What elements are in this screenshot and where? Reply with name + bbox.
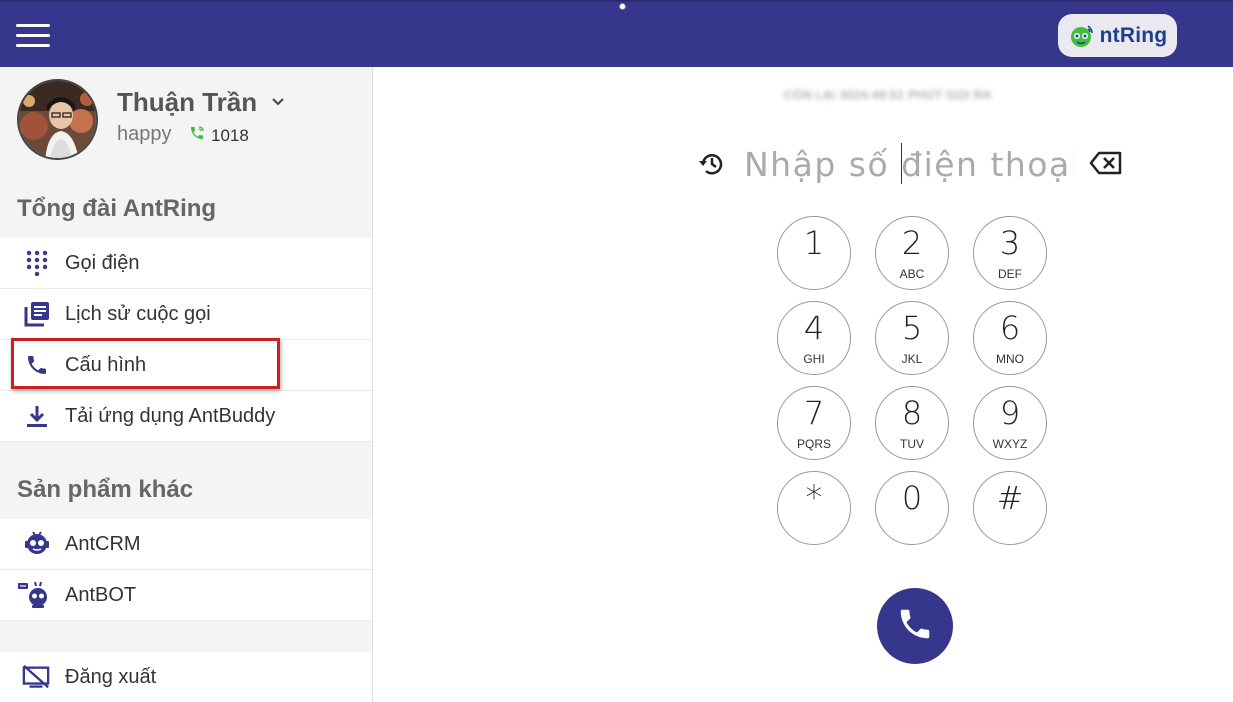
key-digit: 5 [901, 309, 923, 347]
sidebar-item-call[interactable]: Gọi điện [0, 238, 372, 289]
sidebar-item-label: AntBOT [65, 583, 137, 606]
top-bar: ntRing [0, 0, 1233, 67]
sidebar-item-label: Gọi điện [65, 251, 140, 274]
sidebar-item-call-history[interactable]: Lịch sử cuộc gọi [0, 289, 372, 340]
sidebar-item-label: Lịch sử cuộc gọi [65, 302, 211, 325]
key-letters: MNO [996, 352, 1024, 366]
ant-robot-icon [1068, 23, 1094, 49]
key-digit: 8 [901, 394, 923, 432]
dialpad-key[interactable]: 9 WXYZ [973, 386, 1047, 460]
chevron-down-icon[interactable] [271, 95, 285, 109]
hamburger-icon[interactable] [16, 24, 50, 48]
key-digit: # [996, 479, 1024, 517]
key-digit: 3 [999, 224, 1021, 262]
key-letters: GHI [803, 352, 825, 366]
logout-icon [22, 664, 50, 690]
backspace-icon[interactable] [1089, 150, 1123, 176]
avatar[interactable] [17, 79, 98, 160]
dialpad-key[interactable]: # [973, 471, 1047, 545]
dialpad-icon [24, 250, 50, 276]
key-letters: JKL [901, 352, 923, 366]
brand-name: ntRing [1099, 23, 1168, 47]
user-name[interactable]: Thuận Trần [117, 87, 257, 118]
dialpad-key[interactable]: 4 GHI [777, 301, 851, 375]
key-digit: 9 [999, 394, 1021, 432]
dialpad-key[interactable]: 6 MNO [973, 301, 1047, 375]
brand-logo[interactable]: ntRing [1058, 14, 1177, 57]
sidebar: Thuận Trần happy 1018 Tổng đài AntRing G [0, 67, 373, 702]
call-button[interactable] [877, 588, 953, 664]
user-status: happy [117, 123, 172, 145]
key-digit: 4 [803, 309, 825, 347]
download-icon [24, 403, 50, 429]
sidebar-item-download-antbuddy[interactable]: Tải ứng dụng AntBuddy [0, 391, 372, 442]
dialpad-key[interactable]: 1 [777, 216, 851, 290]
sidebar-item-logout[interactable]: Đăng xuất [0, 652, 372, 702]
key-digit: 0 [901, 479, 923, 517]
extension-label: 1018 [211, 125, 249, 145]
phone-icon [189, 125, 211, 146]
user-profile: Thuận Trần happy 1018 [0, 67, 372, 172]
key-digit: 7 [803, 394, 825, 432]
section-title-antring: Tổng đài AntRing [17, 195, 217, 222]
dialpad-key[interactable]: 5 JKL [875, 301, 949, 375]
history-icon[interactable] [698, 150, 726, 178]
remaining-minutes-notice: CÒN LẠI 3024:49:51 PHÚT GỌI RA [784, 88, 992, 102]
phone-icon [896, 605, 934, 648]
phone-icon [24, 352, 50, 378]
key-letters: WXYZ [992, 437, 1028, 451]
key-letters: ABC [899, 267, 925, 281]
sidebar-item-antbot[interactable]: AntBOT [0, 570, 372, 621]
call-history-icon [24, 301, 50, 327]
sidebar-item-label: Tải ứng dụng AntBuddy [65, 404, 276, 427]
extension-number: 1018 [189, 125, 249, 146]
antcrm-robot-icon [24, 531, 50, 557]
dialpad-key[interactable]: 7 PQRS [777, 386, 851, 460]
key-digit: * [805, 478, 823, 518]
section-title-other-products: Sản phẩm khác [17, 476, 194, 503]
drag-handle-dot [619, 3, 626, 10]
key-letters: TUV [900, 437, 924, 451]
dialpad-key[interactable]: * [777, 471, 851, 545]
sidebar-item-antcrm[interactable]: AntCRM [0, 519, 372, 570]
sidebar-item-label: AntCRM [65, 532, 141, 555]
phone-number-input[interactable] [744, 140, 1074, 188]
text-cursor [901, 143, 902, 184]
dialpad-key[interactable]: 8 TUV [875, 386, 949, 460]
key-digit: 2 [901, 224, 923, 262]
key-letters: DEF [998, 267, 1022, 281]
antbot-robot-icon [18, 581, 50, 608]
dialpad-key[interactable]: 2 ABC [875, 216, 949, 290]
sidebar-item-settings[interactable]: Cấu hình [0, 340, 372, 391]
sidebar-item-label: Cấu hình [65, 353, 147, 376]
dialpad-key[interactable]: 0 [875, 471, 949, 545]
key-letters: PQRS [796, 437, 831, 451]
key-digit: 1 [803, 224, 825, 262]
sidebar-item-label: Đăng xuất [65, 665, 157, 688]
key-digit: 6 [999, 309, 1021, 347]
dialpad-key[interactable]: 3 DEF [973, 216, 1047, 290]
